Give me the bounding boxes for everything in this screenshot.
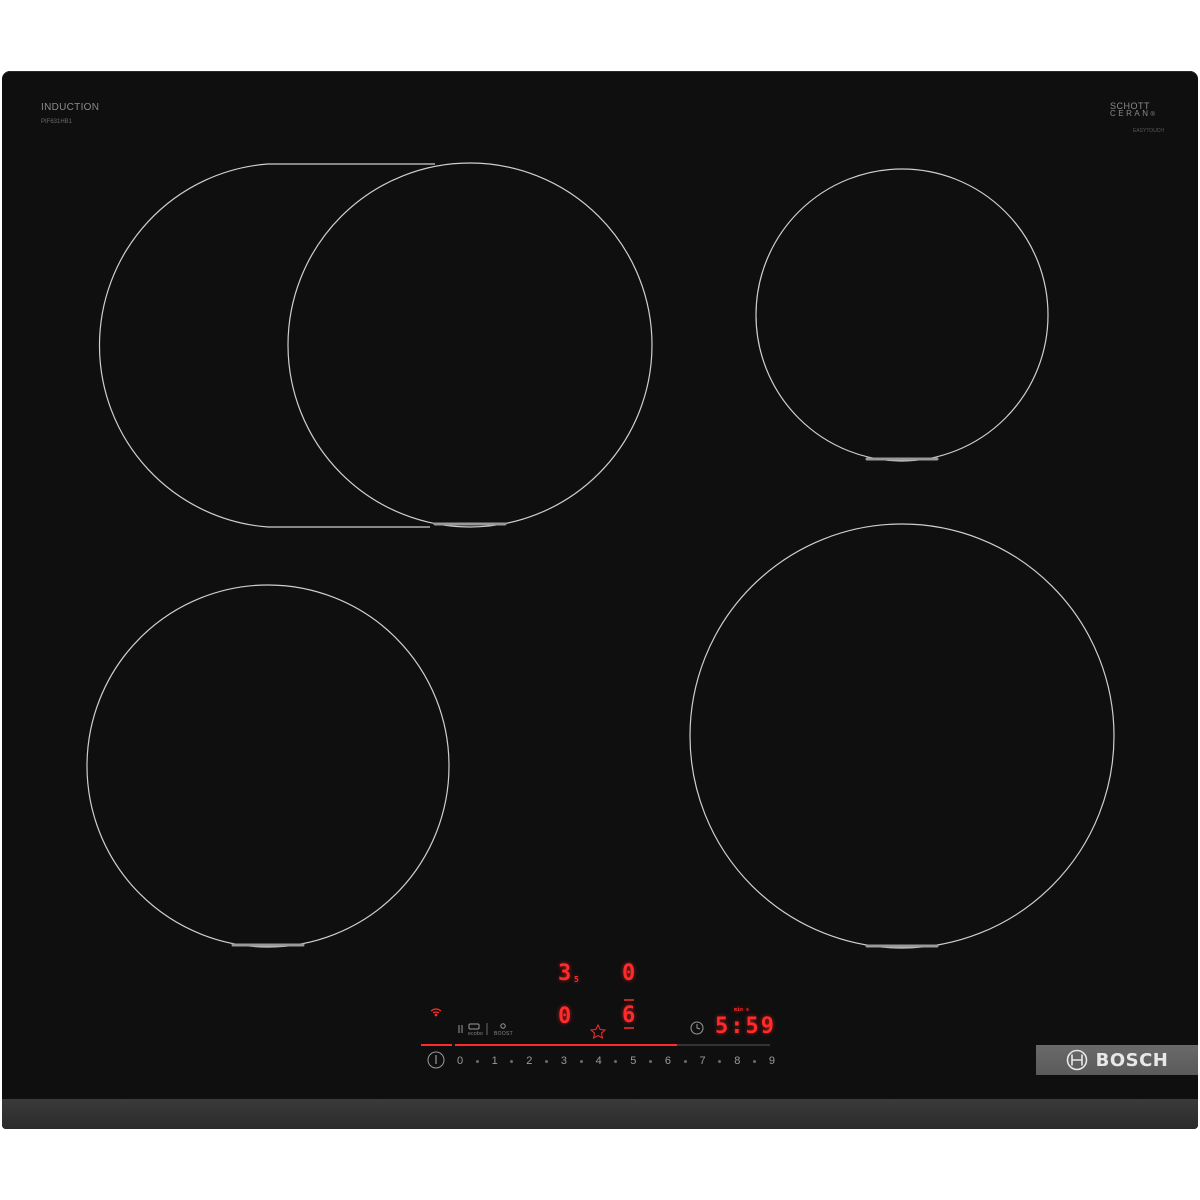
power-level-5[interactable]: 5 (628, 1055, 638, 1067)
power-level-7[interactable]: 7 (698, 1055, 708, 1067)
zone-front-left-sublevel-display: 5 (574, 975, 579, 984)
scale-dot (718, 1059, 722, 1063)
zone-front-right-level-display: 0 (558, 1004, 572, 1029)
power-level-2[interactable]: 2 (524, 1055, 534, 1067)
favorite-star-icon[interactable] (589, 1023, 607, 1039)
cooking-zones (86, 162, 1115, 1069)
timer-display: 5:59 (715, 1014, 776, 1039)
bosch-armature-icon (1066, 1049, 1087, 1071)
timer-clock-icon[interactable] (690, 1021, 704, 1035)
boost-label: BOOST (494, 1031, 514, 1037)
zone-front-left-ring[interactable] (86, 584, 450, 948)
timer-unit-label: min s (734, 1007, 750, 1013)
zone-rear-right-level-display: 6 (622, 1003, 636, 1028)
power-level-9[interactable]: 9 (767, 1055, 777, 1067)
bosch-logo-text: BOSCH (1095, 1049, 1169, 1071)
zone-front-left-level-display: 3 (558, 961, 572, 986)
power-level-8[interactable]: 8 (732, 1055, 742, 1067)
power-level-3[interactable]: 3 (559, 1055, 569, 1067)
power-level-4[interactable]: 4 (594, 1055, 604, 1067)
power-level-6[interactable]: 6 (663, 1055, 673, 1067)
power-level-0[interactable]: 0 (455, 1055, 465, 1067)
boost-icon[interactable] (500, 1023, 506, 1029)
power-level-scale[interactable]: 0 1 2 3 4 5 6 7 8 9 (455, 1052, 777, 1070)
scale-dot (545, 1059, 549, 1063)
zone-rear-right-ring[interactable] (755, 168, 1049, 462)
scale-dot (753, 1059, 757, 1063)
pan-detect-label: ecobo (468, 1031, 484, 1037)
wifi-icon[interactable] (430, 1008, 442, 1017)
power-level-1[interactable]: 1 (490, 1055, 500, 1067)
scale-dot (579, 1059, 583, 1063)
flex-zone-right-ring[interactable] (287, 162, 653, 528)
scale-dot (614, 1059, 618, 1063)
scale-dot (510, 1059, 514, 1063)
scale-dot (649, 1059, 653, 1063)
zone-rear-left-level-display: 0 (622, 961, 636, 986)
scale-dot (683, 1059, 687, 1063)
flex-zone-left-outline[interactable] (98, 163, 435, 528)
scale-dot (475, 1059, 479, 1063)
zone-front-right-ring[interactable] (689, 523, 1115, 949)
bosch-logo-plate: BOSCH (1036, 1045, 1198, 1075)
